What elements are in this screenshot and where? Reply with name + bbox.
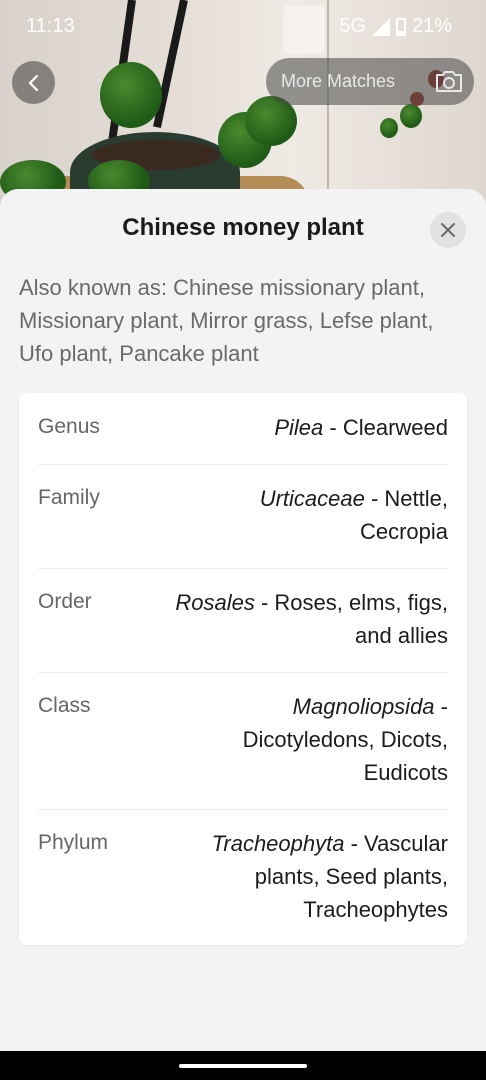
common-name: - Nettle, Cecropia: [359, 486, 448, 544]
network-type: 5G: [339, 15, 366, 37]
common-name: - Roses, elms, figs, and allies: [254, 590, 448, 648]
taxonomy-label: Class: [38, 694, 91, 717]
close-button[interactable]: [430, 212, 466, 248]
plant-name-title: Chinese money plant: [122, 214, 364, 241]
taxonomy-row-genus: Genus Pilea - Clearweed: [38, 393, 448, 465]
scientific-name: Urticaceae: [259, 486, 365, 511]
taxonomy-card: Genus Pilea - Clearweed Family Urticacea…: [19, 393, 467, 945]
status-indicators: 5G 21%: [339, 15, 452, 38]
battery-percent: 21%: [411, 15, 452, 37]
camera-icon[interactable]: [434, 68, 464, 94]
battery-icon: [395, 17, 406, 36]
scientific-name: Magnoliopsida: [292, 694, 435, 719]
scientific-name: Pilea: [274, 415, 324, 440]
leaf: [100, 62, 162, 128]
taxonomy-row-phylum: Phylum Tracheophyta - Vascular plants, S…: [38, 809, 448, 945]
taxonomy-label: Phylum: [38, 831, 109, 854]
home-gesture-handle[interactable]: [179, 1064, 307, 1068]
close-icon: [441, 223, 455, 237]
taxonomy-value: Urticaceae - Nettle, Cecropia: [223, 482, 448, 548]
scientific-name: Tracheophyta: [211, 831, 345, 856]
taxonomy-value: Rosales - Roses, elms, figs, and allies: [133, 586, 448, 652]
common-name: - Clearweed: [323, 415, 448, 440]
status-bar: 11:13 5G 21%: [0, 0, 486, 52]
taxonomy-value: Pilea - Clearweed: [188, 411, 448, 444]
back-button[interactable]: [12, 61, 55, 104]
taxonomy-row-order: Order Rosales - Roses, elms, figs, and a…: [38, 568, 448, 673]
back-arrow-icon: [28, 74, 38, 91]
taxonomy-row-family: Family Urticaceae - Nettle, Cecropia: [38, 464, 448, 569]
leaf: [400, 104, 422, 128]
status-time: 11:13: [26, 15, 75, 37]
taxonomy-label: Genus: [38, 415, 100, 438]
taxonomy-value: Tracheophyta - Vascular plants, Seed pla…: [168, 827, 448, 926]
plant-details-sheet: Chinese money plant Also known as: Chine…: [0, 189, 486, 1051]
taxonomy-row-class: Class Magnoliopsida - Dicotyledons, Dico…: [38, 672, 448, 810]
leaf: [380, 118, 398, 138]
more-matches-button[interactable]: More Matches: [266, 58, 474, 105]
taxonomy-label: Order: [38, 590, 92, 613]
scientific-name: Rosales: [175, 590, 255, 615]
more-matches-label: More Matches: [281, 71, 396, 91]
also-known-as-text: Also known as: Chinese missionary plant,…: [19, 275, 434, 366]
taxonomy-value: Magnoliopsida - Dicotyledons, Dicots, Eu…: [198, 690, 448, 789]
signal-icon: [371, 17, 390, 36]
taxonomy-label: Family: [38, 486, 100, 509]
navigation-bar: [0, 1051, 486, 1080]
